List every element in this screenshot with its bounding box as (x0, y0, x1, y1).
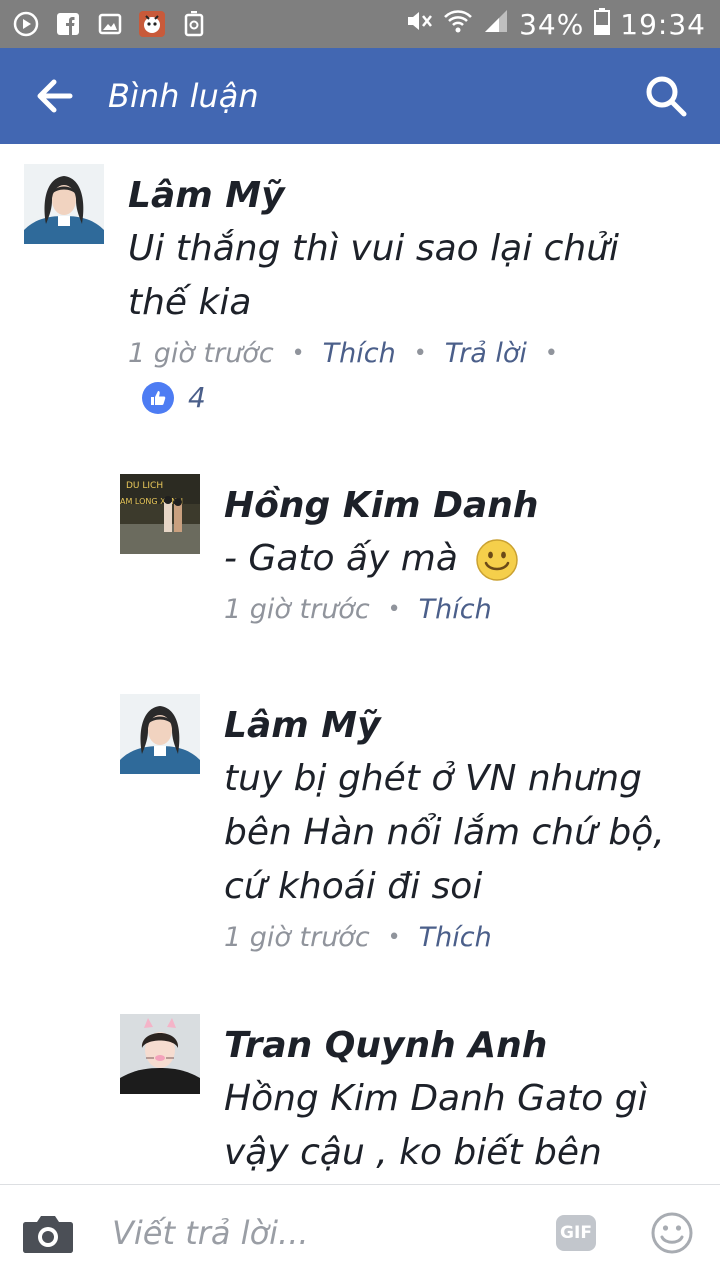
wifi-icon (443, 8, 473, 41)
comment-time: 1 giờ trước (224, 594, 370, 625)
comment-meta: 1 giờ trước • Thích • Trả lời • (128, 338, 688, 369)
page-title: Bình luận (108, 77, 259, 115)
back-arrow-icon (37, 79, 73, 113)
separator-dot: • (387, 925, 401, 950)
comment-meta: 1 giờ trước • Thích (224, 594, 694, 625)
image-icon (96, 10, 124, 38)
thumbs-up-icon (142, 381, 174, 414)
comment-reply: Lâm Mỹ tuy bị ghét ở VN nhưng bên Hàn nổ… (0, 684, 720, 974)
search-icon (646, 76, 687, 117)
like-button[interactable]: Thích (323, 338, 396, 369)
separator-dot: • (291, 341, 305, 366)
svg-text:AM LONG XANH: AM LONG XANH (120, 497, 183, 506)
svg-text:DU LICH: DU LICH (126, 481, 163, 491)
facebook-icon (54, 10, 82, 38)
like-button[interactable]: Thích (419, 594, 492, 625)
comment-meta: 1 giờ trước • Thích (224, 922, 694, 953)
recycle-icon (180, 10, 208, 38)
comment-text: - Gato ấy mà (224, 538, 458, 579)
comment-text: tuy bị ghét ở VN nhưng bên Hàn nổi lắm c… (224, 758, 665, 907)
status-bar: 34% 19:34 (0, 0, 720, 48)
reaction-summary[interactable]: 4 (142, 381, 688, 414)
app-bar: Bình luận (0, 48, 720, 144)
separator-dot: • (413, 341, 427, 366)
signal-icon (483, 8, 509, 41)
back-button[interactable] (14, 48, 94, 144)
avatar[interactable] (24, 164, 104, 244)
comment-list: Lâm Mỹ Ui thắng thì vui sao lại chửi thế… (0, 144, 720, 1184)
game-icon (138, 10, 166, 38)
comment-author[interactable]: Hồng Kim Danh (224, 480, 694, 532)
camera-icon (23, 1216, 73, 1253)
avatar[interactable] (120, 1014, 200, 1094)
battery-icon (594, 7, 611, 42)
comment-text-row: - Gato ấy mà (224, 532, 694, 586)
gif-button[interactable]: GIF (556, 1215, 596, 1251)
reply-input[interactable] (112, 1214, 512, 1252)
smiley-emoji-icon (476, 539, 519, 581)
separator-dot: • (387, 597, 401, 622)
camera-button[interactable] (22, 1211, 74, 1255)
comment: Lâm Mỹ Ui thắng thì vui sao lại chửi thế… (0, 144, 720, 444)
mute-icon (405, 8, 433, 41)
comment-author[interactable]: Lâm Mỹ (224, 700, 694, 752)
search-button[interactable] (642, 72, 690, 120)
reply-button[interactable]: Trả lời (445, 338, 527, 369)
avatar[interactable] (120, 694, 200, 774)
avatar[interactable]: DU LICH AM LONG XANH (120, 474, 200, 554)
media-icon (12, 10, 40, 38)
comment-time: 1 giờ trước (224, 922, 370, 953)
like-count: 4 (188, 381, 206, 414)
clock: 19:34 (620, 7, 706, 41)
comment-reply: Tran Quynh Anh Hồng Kim Danh Gato gì vậy… (0, 1004, 720, 1184)
comment-text: Hồng Kim Danh Gato gì vậy cậu , ko biết … (224, 1078, 648, 1173)
comment-author[interactable]: Tran Quynh Anh (224, 1020, 694, 1072)
comment-reply: DU LICH AM LONG XANH Hồng Kim Danh - Gat… (0, 464, 720, 654)
comment-time: 1 giờ trước (128, 338, 274, 369)
like-button[interactable]: Thích (419, 922, 492, 953)
emoji-button[interactable] (650, 1211, 694, 1255)
comment-text: Ui thắng thì vui sao lại chửi thế kia (128, 228, 620, 323)
comment-author[interactable]: Lâm Mỹ (128, 170, 688, 222)
reply-compose-bar: GIF (0, 1184, 720, 1281)
separator-dot: • (544, 341, 558, 366)
battery-text: 34% (519, 7, 585, 41)
